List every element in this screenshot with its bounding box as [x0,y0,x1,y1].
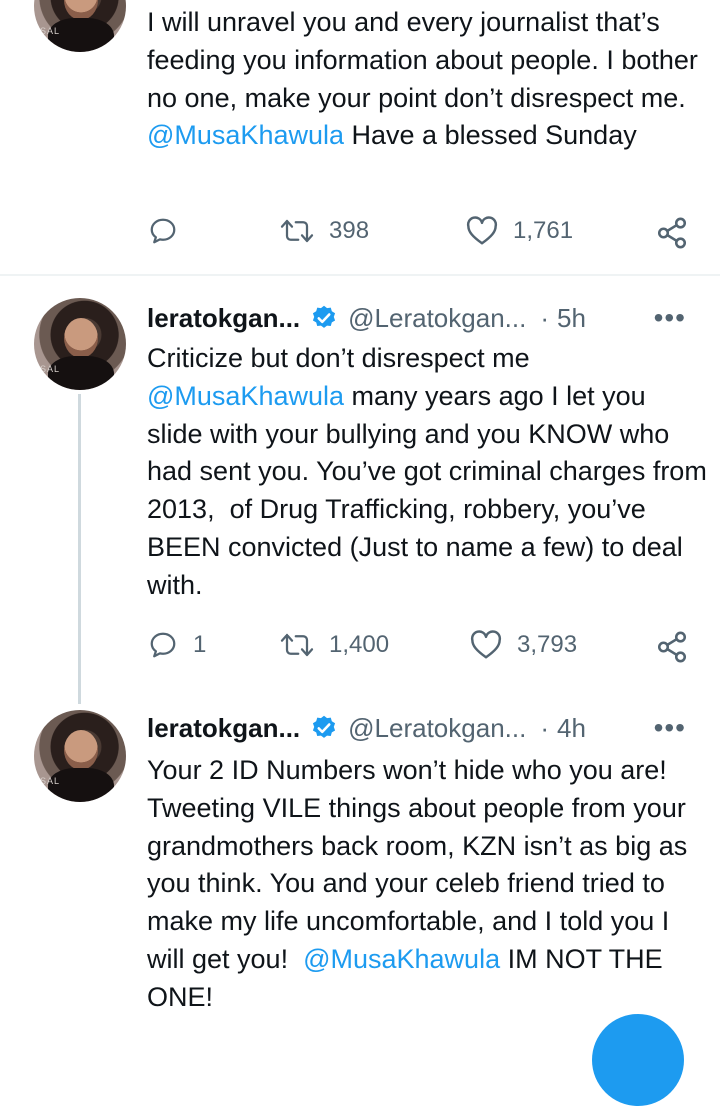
tweet-header: leratokgan... @Leratokgan... · 4h [147,708,586,748]
verified-badge-icon [313,305,336,328]
more-options-icon[interactable]: ••• [654,302,686,334]
reply-icon [150,218,176,244]
retweet-button[interactable]: 1,400 [279,630,389,660]
reply-button[interactable] [147,216,193,246]
share-button[interactable] [655,216,689,250]
like-button[interactable]: 3,793 [469,630,577,660]
tweet-header: leratokgan... @Leratokgan... · 5h [147,298,586,338]
retweet-button[interactable]: 398 [279,216,369,246]
compose-tweet-button[interactable] [592,1014,684,1106]
retweet-count: 398 [329,217,370,244]
share-button[interactable] [655,630,689,664]
retweet-icon [280,633,314,657]
tweet-time[interactable]: 5h [557,303,586,334]
avatar-watermark: SAL [40,776,61,786]
tweet-text: Your 2 ID Numbers won’t hide who you are… [147,755,695,1012]
avatar-watermark: SAL [40,26,61,36]
avatar[interactable]: SAL [34,0,126,52]
separator-dot: · [540,712,549,743]
heart-icon [466,216,498,245]
share-icon [657,631,687,663]
heart-icon [470,630,502,659]
author-name[interactable]: leratokgan... [147,713,300,744]
mention-link[interactable]: @MusaKhawula [303,944,500,974]
avatar[interactable]: SAL [34,710,126,802]
author-handle[interactable]: @Leratokgan... [348,713,526,744]
separator-dot: · [540,302,549,333]
like-button[interactable]: 1,761 [465,216,573,246]
avatar[interactable]: SAL [34,298,126,390]
retweet-count: 1,400 [329,631,390,658]
reply-icon [150,632,176,658]
avatar-watermark: SAL [40,364,61,374]
mention-link[interactable]: @MusaKhawula [147,120,344,150]
reply-button[interactable]: 1 [147,630,206,660]
more-options-icon[interactable]: ••• [654,712,686,744]
tweet-text: I will unravel you and every journalist … [147,7,706,151]
retweet-icon [280,219,314,243]
mention-link[interactable]: @MusaKhawula [147,381,344,411]
tweet-actions: 398 1,761 [147,216,692,256]
share-icon [657,217,687,249]
tweet-actions: 1 1,400 3,793 [147,630,692,670]
author-handle[interactable]: @Leratokgan... [348,303,526,334]
tweet-divider [0,274,720,276]
verified-badge-icon [313,715,336,738]
tweet-text: Criticize but don’t disrespect me @MusaK… [147,343,715,600]
reply-count: 1 [193,631,207,658]
tweet-time[interactable]: 4h [557,713,586,744]
author-name[interactable]: leratokgan... [147,303,300,334]
like-count: 3,793 [517,631,578,658]
like-count: 1,761 [513,217,574,244]
thread-line [78,394,81,704]
